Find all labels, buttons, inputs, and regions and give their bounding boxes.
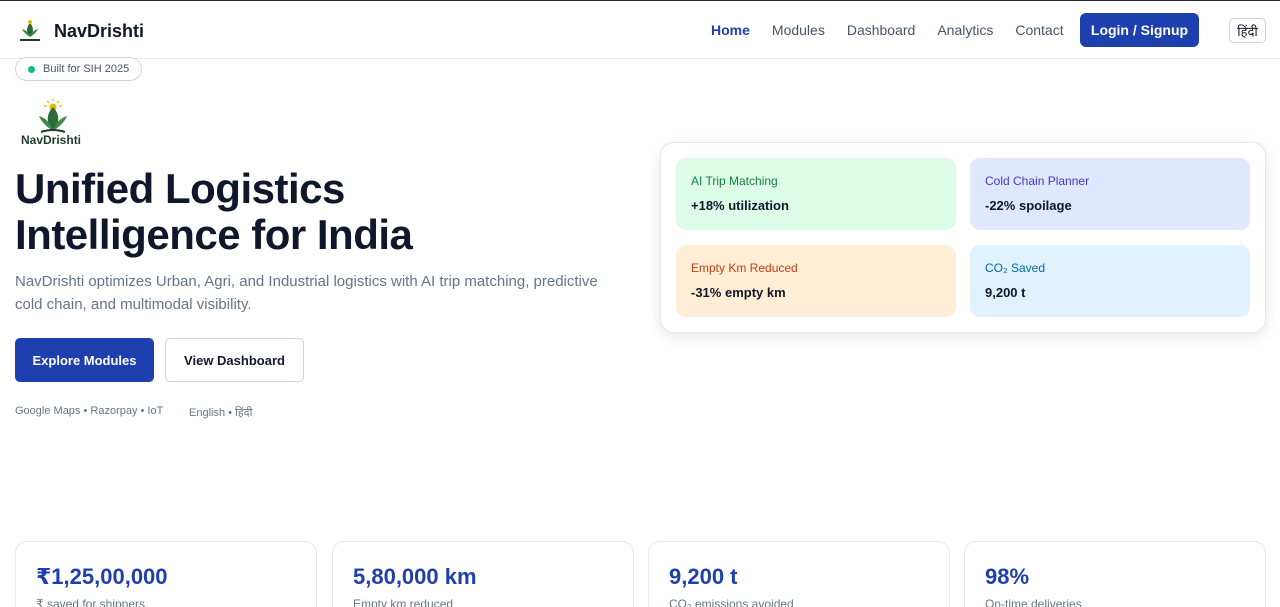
stat-card-empty-km: 5,80,000 km Empty km reduced xyxy=(332,541,634,607)
nav-link-contact[interactable]: Contact xyxy=(1015,22,1063,38)
stat-label: ₹ saved for shippers xyxy=(36,597,146,607)
brand-name: NavDrishti xyxy=(54,20,145,41)
feature-tile-trip-matching: AI Trip Matching +18% utilization xyxy=(676,158,956,230)
feature-label: Empty Km Reduced xyxy=(691,261,798,275)
hero-title: Unified Logistics Intelligence for India xyxy=(15,166,575,258)
feature-label: Cold Chain Planner xyxy=(985,174,1090,188)
top-navbar: NavDrishti Home Modules Dashboard Analyt… xyxy=(0,0,1280,59)
feature-tile-co2: CO₂ Saved 9,200 t xyxy=(970,245,1250,317)
sih-badge: Built for SIH 2025 xyxy=(15,57,143,81)
login-signup-button[interactable]: Login / Signup xyxy=(1080,13,1199,47)
hero-title-line1: Unified Logistics xyxy=(15,165,345,212)
hero-title-line2: Intelligence for India xyxy=(15,211,413,258)
feature-tile-cold-chain: Cold Chain Planner -22% spoilage xyxy=(970,158,1250,230)
stat-card-co2: 9,200 t CO₂ emissions avoided xyxy=(648,541,950,607)
nav-link-analytics[interactable]: Analytics xyxy=(937,22,993,38)
stat-value: ₹1,25,00,000 xyxy=(36,564,168,589)
feature-value: +18% utilization xyxy=(691,198,789,213)
feature-tile-empty-km: Empty Km Reduced -31% empty km xyxy=(676,245,956,317)
feature-value: -31% empty km xyxy=(691,285,786,300)
feature-label: AI Trip Matching xyxy=(691,174,778,188)
stat-label: On-time deliveries xyxy=(985,597,1082,607)
languages-text: English • हिंदी xyxy=(189,407,253,419)
stat-label: CO₂ emissions avoided xyxy=(669,597,794,607)
feature-value: 9,200 t xyxy=(985,285,1026,300)
feature-highlights-panel: AI Trip Matching +18% utilization Cold C… xyxy=(660,142,1266,333)
nav-links: Home Modules Dashboard Analytics Contact xyxy=(711,22,1086,38)
feature-value: -22% spoilage xyxy=(985,198,1072,213)
stat-label: Empty km reduced xyxy=(353,597,454,607)
view-dashboard-button[interactable]: View Dashboard xyxy=(165,338,304,382)
nav-link-modules[interactable]: Modules xyxy=(772,22,825,38)
stat-card-on-time: 98% On-time deliveries xyxy=(964,541,1266,607)
nav-link-home[interactable]: Home xyxy=(711,22,750,38)
nav-link-dashboard[interactable]: Dashboard xyxy=(847,22,916,38)
hero-logo-caption: NavDrishti xyxy=(21,133,82,147)
integrations-text: Google Maps • Razorpay • IoT xyxy=(15,405,164,417)
stat-value: 9,200 t xyxy=(669,564,738,589)
badge-label: Built for SIH 2025 xyxy=(43,63,130,75)
stat-value: 5,80,000 km xyxy=(353,564,477,589)
hero-subtitle: NavDrishti optimizes Urban, Agri, and In… xyxy=(15,273,598,313)
brand-logo-icon xyxy=(16,19,44,43)
stat-value: 98% xyxy=(985,564,1030,589)
stat-card-savings: ₹1,25,00,000 ₹ saved for shippers xyxy=(15,541,317,607)
language-toggle-button[interactable]: हिंदी xyxy=(1229,18,1266,43)
brand[interactable]: NavDrishti xyxy=(16,19,144,43)
feature-label: CO₂ Saved xyxy=(985,261,1046,275)
status-dot-icon xyxy=(28,65,35,73)
explore-modules-button[interactable]: Explore Modules xyxy=(15,338,154,382)
